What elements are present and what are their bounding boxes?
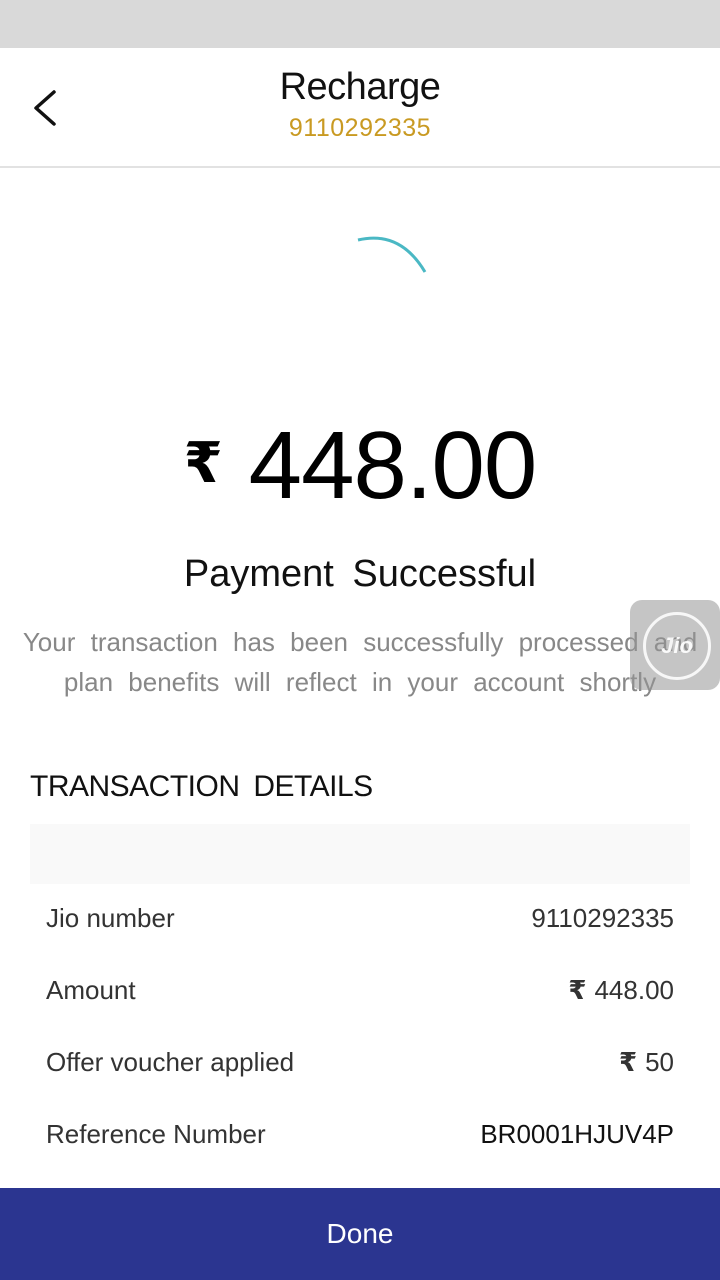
jio-logo-icon: Jio xyxy=(643,612,711,680)
jio-floating-button[interactable]: Jio xyxy=(630,600,720,690)
rupee-icon: ₹ xyxy=(568,974,587,1005)
voucher-text: 50 xyxy=(645,1046,674,1077)
payment-amount: ₹ 448.00 xyxy=(0,410,720,522)
detail-value: ₹448.00 xyxy=(568,975,674,1006)
detail-label: Jio number xyxy=(46,902,175,933)
detail-row-jio-number: Jio number 9110292335 xyxy=(46,898,674,938)
detail-label: Offer voucher applied xyxy=(46,1046,295,1077)
done-button[interactable]: Done xyxy=(0,1188,720,1280)
payment-status-title: Payment Successful xyxy=(183,553,537,595)
detail-value: BR0001HJUV4P xyxy=(480,1118,674,1149)
app-bar: Recharge 9110292335 xyxy=(0,48,720,168)
rupee-icon: ₹ xyxy=(618,1046,638,1077)
detail-row-amount: Amount ₹448.00 xyxy=(46,970,674,1010)
detail-label: Amount xyxy=(46,974,136,1005)
detail-row-offer-voucher: Offer voucher applied ₹50 xyxy=(46,1042,674,1082)
payment-status-message: Your transaction has been successfully p… xyxy=(22,627,698,697)
status-bar xyxy=(0,0,720,48)
detail-label: Reference Number xyxy=(46,1118,266,1149)
detail-value: ₹50 xyxy=(619,1047,674,1078)
rupee-icon: ₹ xyxy=(183,431,223,494)
page-subtitle-number: 9110292335 xyxy=(288,114,432,142)
amount-text: 448.00 xyxy=(594,974,674,1005)
page-title: Recharge xyxy=(279,66,441,108)
transaction-details-heading: TRANSACTION DETAILS xyxy=(30,770,373,803)
amount-value: 448.00 xyxy=(248,412,538,519)
details-header-band xyxy=(30,824,690,884)
detail-row-reference-number: Reference Number BR0001HJUV4P xyxy=(46,1114,674,1154)
loading-spinner-icon xyxy=(357,236,427,273)
detail-value: 9110292335 xyxy=(531,902,674,933)
